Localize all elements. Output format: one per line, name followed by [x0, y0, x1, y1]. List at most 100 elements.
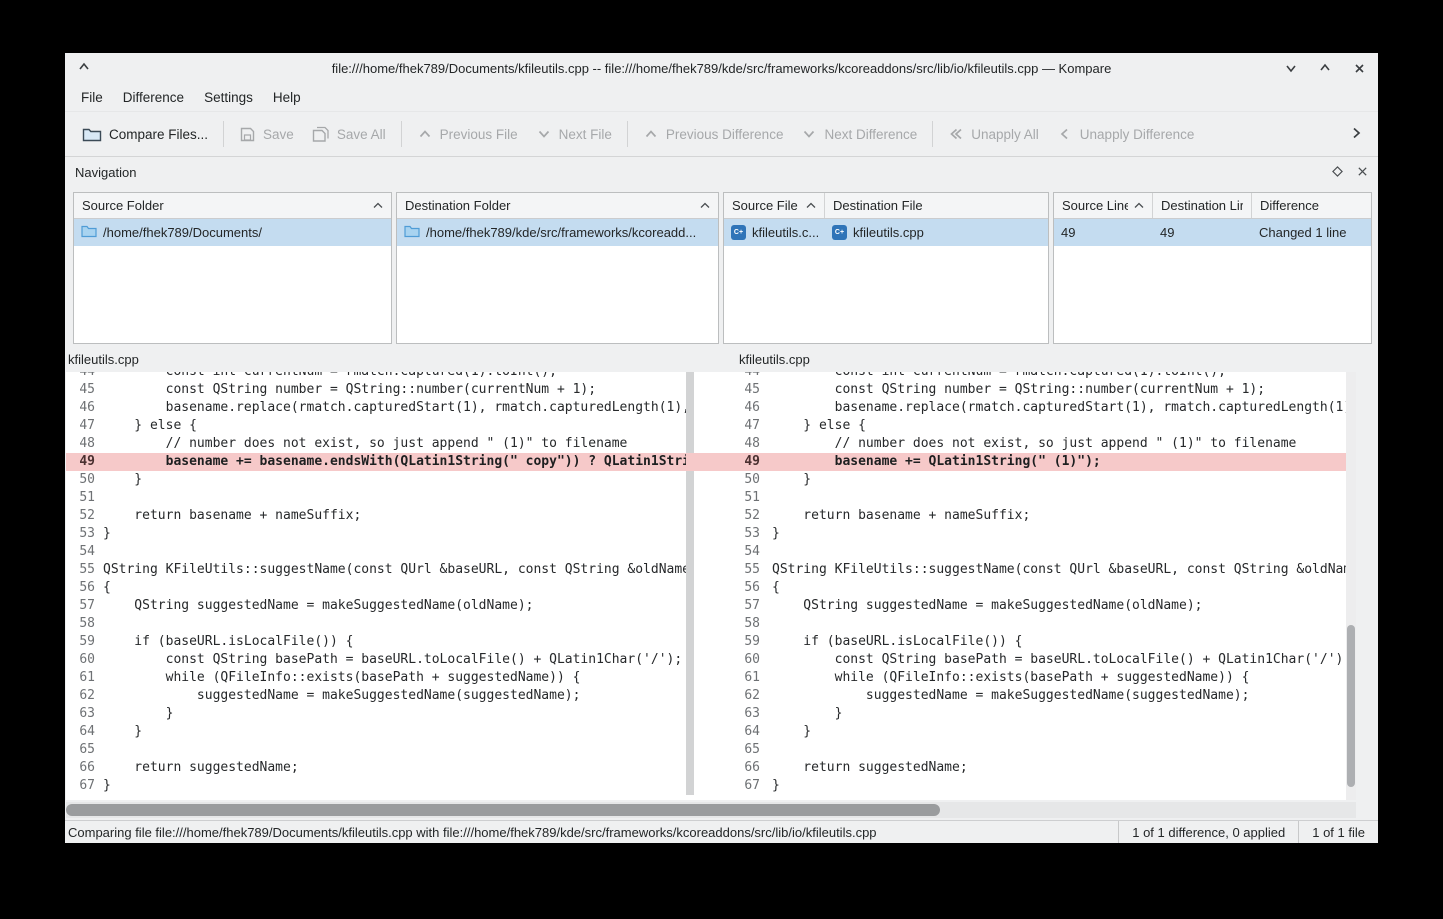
difference-column-header[interactable]: Difference: [1252, 193, 1371, 218]
destination-code-line: } else {: [772, 417, 1356, 435]
destination-file-column-header[interactable]: Destination File: [825, 193, 1048, 218]
diff-connector: [686, 633, 722, 651]
line-number-left: 47: [66, 417, 103, 435]
destination-folder-row[interactable]: /home/fhek789/kde/src/frameworks/kcoread…: [397, 219, 718, 246]
line-number-left: 46: [66, 399, 103, 417]
line-number-left: 56: [66, 579, 103, 597]
difference-status: 1 of 1 difference, 0 applied: [1118, 821, 1298, 843]
save-all-button[interactable]: Save All: [303, 119, 395, 150]
menu-file[interactable]: File: [71, 85, 113, 110]
close-dock-icon[interactable]: [1357, 165, 1368, 180]
line-number-right: 47: [722, 417, 772, 435]
kompare-window: file:///home/fhek789/Documents/kfileutil…: [65, 53, 1378, 843]
source-line-value: 49: [1061, 225, 1075, 240]
diff-connector: [686, 543, 722, 561]
differences-pane: Source Line Destination Lir Difference 4…: [1053, 192, 1372, 344]
destination-folder-header-label: Destination Folder: [405, 198, 511, 213]
line-number-right: 51: [722, 489, 772, 507]
save-button[interactable]: Save: [230, 119, 303, 150]
menu-settings[interactable]: Settings: [194, 85, 263, 110]
destination-code-line: }: [772, 705, 1356, 723]
source-code-line: basename.replace(rmatch.capturedStart(1)…: [103, 399, 686, 417]
line-number-right: 57: [722, 597, 772, 615]
source-code-line: }: [103, 471, 686, 489]
line-number-left: 54: [66, 543, 103, 561]
next-difference-button[interactable]: Next Difference: [792, 119, 926, 149]
source-line-column-header[interactable]: Source Line: [1054, 193, 1153, 218]
line-number-left: 65: [66, 741, 103, 759]
destination-code-line: }: [772, 525, 1356, 543]
toolbar-overflow-icon[interactable]: [1342, 119, 1370, 150]
toolbar-separator: [223, 121, 224, 147]
source-code-line: return suggestedName;: [103, 759, 686, 777]
float-dock-icon[interactable]: [1332, 165, 1343, 180]
line-number-left: 45: [66, 381, 103, 399]
compare-files-button[interactable]: Compare Files...: [73, 119, 217, 150]
diff-row: 57 QString suggestedName = makeSuggested…: [66, 597, 1356, 615]
source-code-line: [103, 489, 686, 507]
chevron-up-icon: [643, 126, 659, 142]
unapply-difference-label: Unapply Difference: [1080, 127, 1195, 142]
line-number-left: 61: [66, 669, 103, 687]
diff-row-changed[interactable]: 49 basename += basename.endsWith(QLatin1…: [66, 453, 1356, 471]
statusbar: Comparing file file:///home/fhek789/Docu…: [65, 820, 1378, 843]
source-code-line: [103, 741, 686, 759]
line-number-right: 56: [722, 579, 772, 597]
maximize-icon[interactable]: [1316, 59, 1334, 77]
destination-folder-column-header[interactable]: Destination Folder: [397, 193, 718, 219]
source-folder-column-header[interactable]: Source Folder: [74, 193, 391, 219]
diff-connector: [686, 561, 722, 579]
menu-help[interactable]: Help: [263, 85, 311, 110]
line-number-right: 63: [722, 705, 772, 723]
minimize-icon[interactable]: [1282, 59, 1300, 77]
destination-code-line: suggestedName = makeSuggestedName(sugges…: [772, 687, 1356, 705]
source-file-column-header[interactable]: Source File: [724, 193, 825, 218]
destination-code-line: return suggestedName;: [772, 759, 1356, 777]
navigation-panel: Source Folder /home/fhek789/Documents/ D…: [65, 192, 1378, 344]
status-message: Comparing file file:///home/fhek789/Docu…: [65, 825, 1118, 840]
source-line-header-label: Source Line: [1062, 198, 1128, 213]
destination-code-line: [772, 543, 1356, 561]
source-code-line: QString suggestedName = makeSuggestedNam…: [103, 597, 686, 615]
navigation-dock-title: Navigation: [75, 165, 136, 180]
previous-file-button[interactable]: Previous File: [408, 119, 527, 149]
diff-row: 45 const QString number = QString::numbe…: [66, 381, 1356, 399]
files-pane: Source File Destination File C+ kfileuti…: [723, 192, 1049, 344]
diff-connector: [686, 381, 722, 399]
unapply-all-button[interactable]: Unapply All: [939, 119, 1048, 149]
cpp-file-icon: C+: [832, 225, 847, 240]
source-code-line: const QString number = QString::number(c…: [103, 381, 686, 399]
chevron-left-icon: [1057, 126, 1073, 142]
destination-pane-title: kfileutils.cpp: [739, 352, 810, 367]
diff-view[interactable]: 44 const int currentNum = rmatch.capture…: [66, 372, 1356, 800]
vertical-scrollbar[interactable]: [1346, 372, 1356, 800]
window-title: file:///home/fhek789/Documents/kfileutil…: [65, 61, 1378, 76]
diff-connector: [686, 777, 722, 795]
window-controls: [1282, 53, 1368, 83]
destination-line-column-header[interactable]: Destination Lir: [1153, 193, 1252, 218]
source-folder-row[interactable]: /home/fhek789/Documents/: [74, 219, 391, 246]
lines-column-header: Source Line Destination Lir Difference: [1054, 193, 1371, 219]
chevron-down-icon: [801, 126, 817, 142]
line-number-right: 59: [722, 633, 772, 651]
files-row[interactable]: C+ kfileutils.c... C+ kfileutils.cpp: [724, 219, 1048, 246]
window-shade-icon[interactable]: [77, 60, 91, 77]
destination-code-line: }: [772, 777, 1356, 795]
diff-row: 67}67}: [66, 777, 1356, 795]
previous-difference-button[interactable]: Previous Difference: [634, 119, 793, 149]
next-file-button[interactable]: Next File: [527, 119, 621, 149]
close-icon[interactable]: [1350, 59, 1368, 77]
destination-code-line: }: [772, 723, 1356, 741]
line-number-right: 60: [722, 651, 772, 669]
destination-code-line: QString suggestedName = makeSuggestedNam…: [772, 597, 1356, 615]
horizontal-scroll-handle[interactable]: [66, 804, 940, 816]
menu-difference[interactable]: Difference: [113, 85, 194, 110]
difference-row[interactable]: 49 49 Changed 1 line: [1054, 219, 1371, 246]
horizontal-scrollbar[interactable]: [66, 802, 1356, 818]
source-code-line: [103, 543, 686, 561]
diff-connector: [686, 489, 722, 507]
vertical-scroll-handle[interactable]: [1347, 625, 1355, 788]
destination-folder-pane: Destination Folder /home/fhek789/kde/src…: [396, 192, 719, 344]
unapply-difference-button[interactable]: Unapply Difference: [1048, 119, 1204, 149]
difference-value: Changed 1 line: [1259, 225, 1346, 240]
